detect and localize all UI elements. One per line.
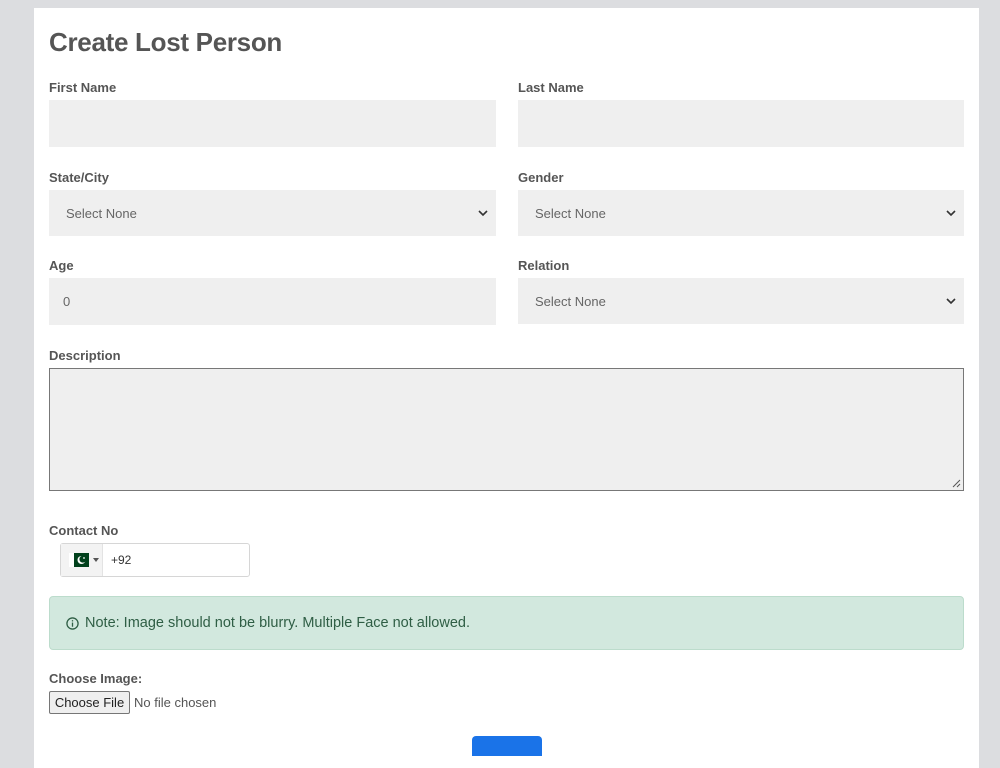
gender-label: Gender bbox=[518, 170, 564, 185]
contact-value[interactable]: +92 bbox=[103, 553, 131, 567]
chevron-down-icon bbox=[93, 558, 99, 562]
resize-handle-icon[interactable] bbox=[952, 479, 961, 488]
state-city-label: State/City bbox=[49, 170, 109, 185]
chevron-down-icon bbox=[946, 298, 956, 305]
relation-select[interactable]: Select None bbox=[518, 278, 964, 324]
description-textarea[interactable] bbox=[49, 368, 964, 491]
relation-label: Relation bbox=[518, 258, 570, 273]
state-city-select[interactable]: Select None bbox=[49, 190, 496, 236]
chevron-down-icon bbox=[478, 210, 488, 217]
contact-label: Contact No bbox=[49, 523, 119, 538]
gender-select[interactable]: Select None bbox=[518, 190, 964, 236]
state-city-value: Select None bbox=[66, 205, 137, 221]
relation-value: Select None bbox=[535, 293, 606, 309]
info-icon bbox=[66, 616, 79, 630]
gender-value: Select None bbox=[535, 205, 606, 221]
last-name-input[interactable] bbox=[518, 100, 964, 147]
pakistan-flag-icon bbox=[69, 553, 89, 567]
note-text: Note: Image should not be blurry. Multip… bbox=[85, 615, 470, 631]
note-alert: Note: Image should not be blurry. Multip… bbox=[49, 596, 964, 650]
choose-image-label: Choose Image: bbox=[49, 671, 143, 686]
chevron-down-icon bbox=[946, 210, 956, 217]
age-label: Age bbox=[49, 258, 74, 273]
no-file-text: No file chosen bbox=[134, 695, 217, 710]
country-selector[interactable] bbox=[61, 544, 103, 576]
first-name-input[interactable] bbox=[49, 100, 496, 147]
last-name-label: Last Name bbox=[518, 80, 584, 95]
submit-button[interactable] bbox=[472, 736, 542, 756]
page-title: Create Lost Person bbox=[49, 27, 283, 57]
choose-file-button[interactable]: Choose File bbox=[49, 691, 130, 714]
age-input[interactable]: 0 bbox=[49, 278, 496, 325]
contact-phone-input[interactable]: +92 bbox=[60, 543, 250, 577]
first-name-label: First Name bbox=[49, 80, 117, 95]
description-label: Description bbox=[49, 348, 121, 363]
